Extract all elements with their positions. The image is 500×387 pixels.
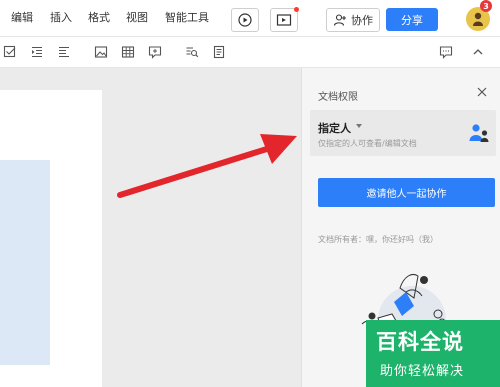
document-area (0, 68, 300, 387)
panel-title: 文档权限 (318, 92, 358, 103)
menu-insert[interactable]: 插入 (50, 11, 72, 25)
indent-icon[interactable] (30, 45, 44, 59)
play-button[interactable] (231, 8, 259, 32)
table-icon[interactable] (121, 45, 135, 59)
outdent-icon[interactable] (57, 45, 71, 59)
checkbox-icon[interactable] (3, 45, 17, 59)
permission-selector[interactable]: 指定人 仅指定的人可查看/编辑文档 (310, 110, 496, 156)
notification-dot (294, 7, 299, 12)
comment-box-icon[interactable] (148, 45, 162, 59)
present-icon (276, 14, 292, 26)
add-user-icon (333, 14, 346, 26)
specified-users-icon (469, 124, 489, 142)
user-avatar-icon (473, 12, 483, 26)
play-icon (238, 13, 252, 27)
watermark-title: 百科全说 (376, 330, 464, 354)
selected-block (0, 160, 50, 365)
annotation-arrow (117, 134, 297, 198)
watermark-logo: 百科全说 助你轻松解决 (366, 320, 500, 387)
menu-smart-tools[interactable]: 智能工具 (165, 11, 209, 25)
menu-format[interactable]: 格式 (88, 11, 110, 25)
owner-text: 文档所有者：嘿，你还好吗（我） (318, 235, 438, 244)
image-icon[interactable] (94, 45, 108, 59)
close-icon[interactable] (475, 85, 489, 99)
toolbar (0, 37, 500, 68)
chevron-down-icon (356, 124, 362, 128)
find-icon[interactable] (185, 45, 199, 59)
document-icon[interactable] (212, 45, 226, 59)
collab-label: 协作 (351, 14, 373, 27)
menu-bar: 编辑 插入 格式 视图 智能工具 协作 分享 3 (0, 0, 500, 37)
share-button[interactable]: 分享 (386, 8, 438, 31)
menu-view[interactable]: 视图 (126, 11, 148, 25)
permission-description: 仅指定的人可查看/编辑文档 (318, 139, 417, 148)
invite-button[interactable]: 邀请他人一起协作 (318, 178, 495, 207)
notification-badge: 3 (480, 0, 492, 12)
menu-edit[interactable]: 编辑 (11, 11, 33, 25)
comment-icon[interactable] (439, 45, 453, 59)
permission-label: 指定人 (318, 122, 351, 135)
present-button[interactable] (270, 7, 299, 32)
watermark-subtitle: 助你轻松解决 (380, 364, 465, 379)
collapse-icon[interactable] (471, 45, 485, 59)
collab-button[interactable]: 协作 (326, 8, 380, 32)
